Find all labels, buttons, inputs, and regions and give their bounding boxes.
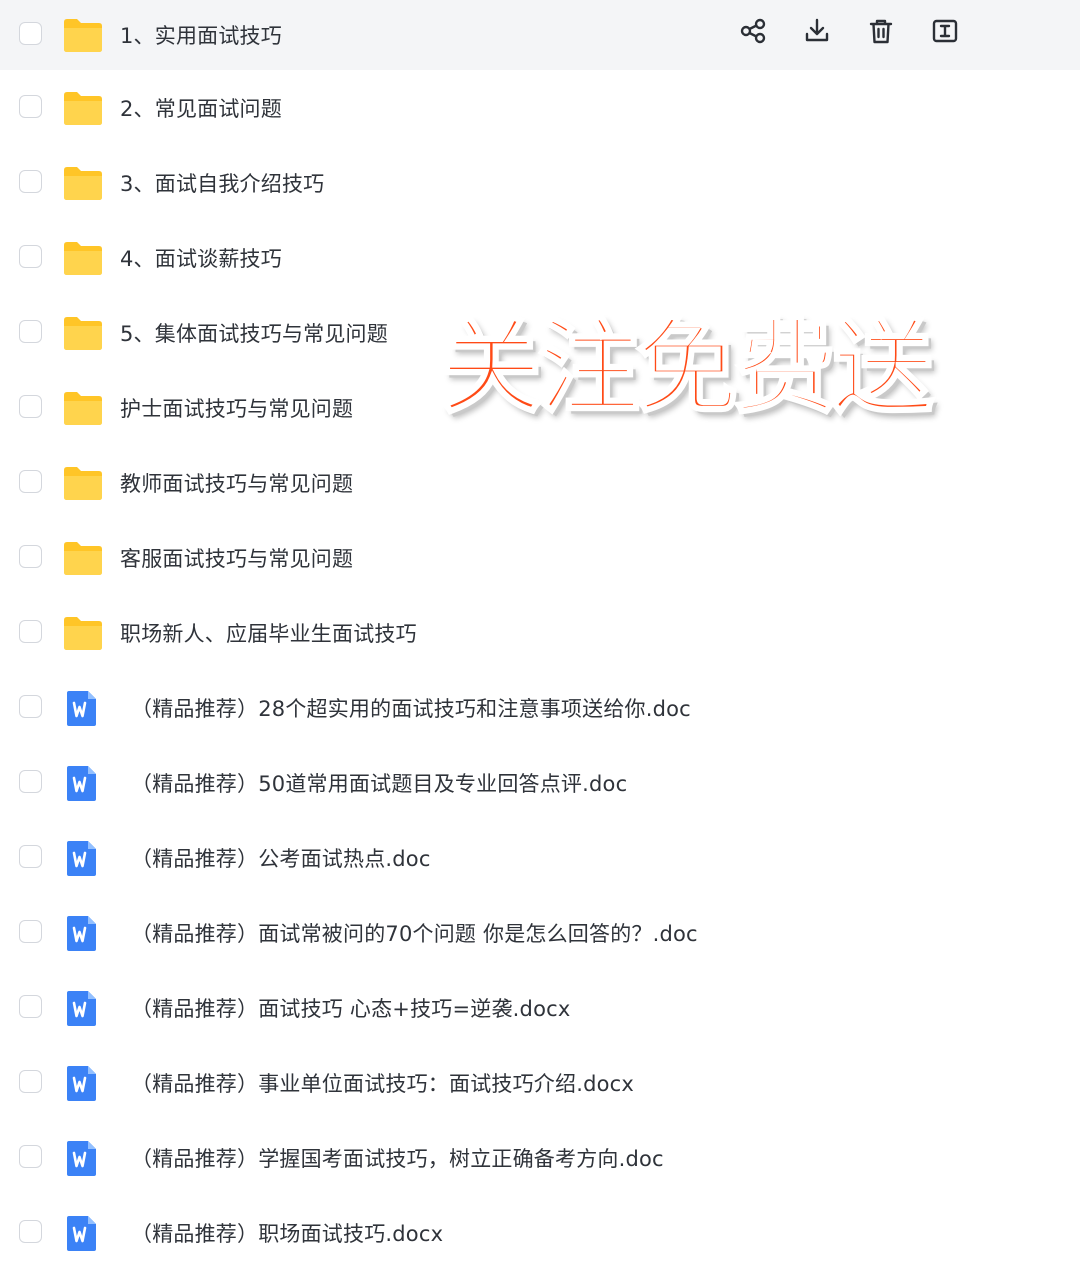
list-item[interactable]: 客服面试技巧与常见问题 xyxy=(0,520,1080,595)
file-list: 1、实用面试技巧 2、常见面试问题 3、面试自我介绍技巧 4、面试谈薪技巧 5、… xyxy=(0,0,1080,1270)
list-item[interactable]: （精品推荐）50道常用面试题目及专业回答点评.doc xyxy=(0,745,1080,820)
download-icon xyxy=(805,18,829,42)
file-name[interactable]: （精品推荐）面试技巧 心态+技巧=逆袭.docx xyxy=(131,993,571,1023)
row-checkbox[interactable] xyxy=(19,544,42,568)
list-item[interactable]: （精品推荐）28个超实用的面试技巧和注意事项送给你.doc xyxy=(0,670,1080,745)
download-button[interactable] xyxy=(800,14,834,48)
file-name[interactable]: （精品推荐）事业单位面试技巧：面试技巧介绍.docx xyxy=(131,1068,634,1098)
file-name[interactable]: 5、集体面试技巧与常见问题 xyxy=(120,318,388,348)
word-doc-icon xyxy=(67,915,96,951)
row-checkbox[interactable] xyxy=(19,694,42,718)
row-checkbox[interactable] xyxy=(19,469,42,493)
list-item[interactable]: （精品推荐）面试技巧 心态+技巧=逆袭.docx xyxy=(0,970,1080,1045)
row-checkbox[interactable] xyxy=(19,1069,42,1093)
list-item[interactable]: （精品推荐）学握国考面试技巧，树立正确备考方向.doc xyxy=(0,1120,1080,1195)
list-item[interactable]: 4、面试谈薪技巧 xyxy=(0,220,1080,295)
row-checkbox[interactable] xyxy=(19,319,42,343)
list-item[interactable]: （精品推荐）职场面试技巧.docx xyxy=(0,1195,1080,1270)
rename-icon xyxy=(932,19,958,43)
folder-icon xyxy=(64,391,102,425)
file-name[interactable]: （精品推荐）公考面试热点.doc xyxy=(131,843,431,873)
folder-icon xyxy=(64,616,102,650)
file-name[interactable]: 2、常见面试问题 xyxy=(120,93,282,123)
row-checkbox[interactable] xyxy=(19,394,42,418)
rename-button[interactable] xyxy=(928,14,962,48)
file-name[interactable]: （精品推荐）职场面试技巧.docx xyxy=(131,1218,443,1248)
word-doc-icon xyxy=(67,690,96,726)
row-checkbox[interactable] xyxy=(19,22,42,45)
word-doc-icon xyxy=(67,1215,96,1251)
file-name[interactable]: 客服面试技巧与常见问题 xyxy=(120,543,353,573)
row-checkbox[interactable] xyxy=(19,919,42,943)
list-item[interactable]: 2、常见面试问题 xyxy=(0,70,1080,145)
word-doc-icon xyxy=(67,840,96,876)
word-doc-icon xyxy=(67,1065,96,1101)
row-checkbox[interactable] xyxy=(19,244,42,268)
file-name[interactable]: 4、面试谈薪技巧 xyxy=(120,243,282,273)
folder-icon xyxy=(64,19,102,52)
delete-button[interactable] xyxy=(864,14,898,48)
file-name[interactable]: 护士面试技巧与常见问题 xyxy=(120,393,353,423)
file-name[interactable]: 职场新人、应届毕业生面试技巧 xyxy=(120,618,417,648)
promo-overlay-text: 关注免费送 xyxy=(439,309,936,428)
row-checkbox[interactable] xyxy=(19,994,42,1018)
folder-icon xyxy=(64,91,102,125)
list-item[interactable]: （精品推荐）事业单位面试技巧：面试技巧介绍.docx xyxy=(0,1045,1080,1120)
row-checkbox[interactable] xyxy=(19,769,42,793)
list-item[interactable]: 教师面试技巧与常见问题 xyxy=(0,445,1080,520)
row-actions xyxy=(736,14,962,48)
row-checkbox[interactable] xyxy=(19,844,42,868)
list-item[interactable]: 职场新人、应届毕业生面试技巧 xyxy=(0,595,1080,670)
row-checkbox[interactable] xyxy=(19,1144,42,1168)
row-checkbox[interactable] xyxy=(19,1219,42,1243)
word-doc-icon xyxy=(67,990,96,1026)
file-name[interactable]: 3、面试自我介绍技巧 xyxy=(120,168,324,198)
row-checkbox[interactable] xyxy=(19,169,42,193)
folder-icon xyxy=(64,241,102,275)
folder-icon xyxy=(64,166,102,200)
file-name[interactable]: 1、实用面试技巧 xyxy=(120,20,282,50)
folder-icon xyxy=(64,316,102,350)
word-doc-icon xyxy=(67,1140,96,1176)
list-item[interactable]: （精品推荐）公考面试热点.doc xyxy=(0,820,1080,895)
row-checkbox[interactable] xyxy=(19,619,42,643)
list-item[interactable]: 1、实用面试技巧 xyxy=(0,0,1080,70)
file-name[interactable]: （精品推荐）50道常用面试题目及专业回答点评.doc xyxy=(131,768,627,798)
folder-icon xyxy=(64,541,102,575)
file-name[interactable]: （精品推荐）28个超实用的面试技巧和注意事项送给你.doc xyxy=(131,693,691,723)
folder-icon xyxy=(64,466,102,500)
delete-icon xyxy=(869,19,893,44)
list-item[interactable]: 3、面试自我介绍技巧 xyxy=(0,145,1080,220)
file-name[interactable]: （精品推荐）面试常被问的70个问题 你是怎么回答的？.doc xyxy=(131,918,698,948)
file-name[interactable]: 教师面试技巧与常见问题 xyxy=(120,468,353,498)
list-item[interactable]: （精品推荐）面试常被问的70个问题 你是怎么回答的？.doc xyxy=(0,895,1080,970)
share-icon xyxy=(740,18,766,44)
word-doc-icon xyxy=(67,765,96,801)
row-checkbox[interactable] xyxy=(19,94,42,118)
file-name[interactable]: （精品推荐）学握国考面试技巧，树立正确备考方向.doc xyxy=(131,1143,664,1173)
share-button[interactable] xyxy=(736,14,770,48)
